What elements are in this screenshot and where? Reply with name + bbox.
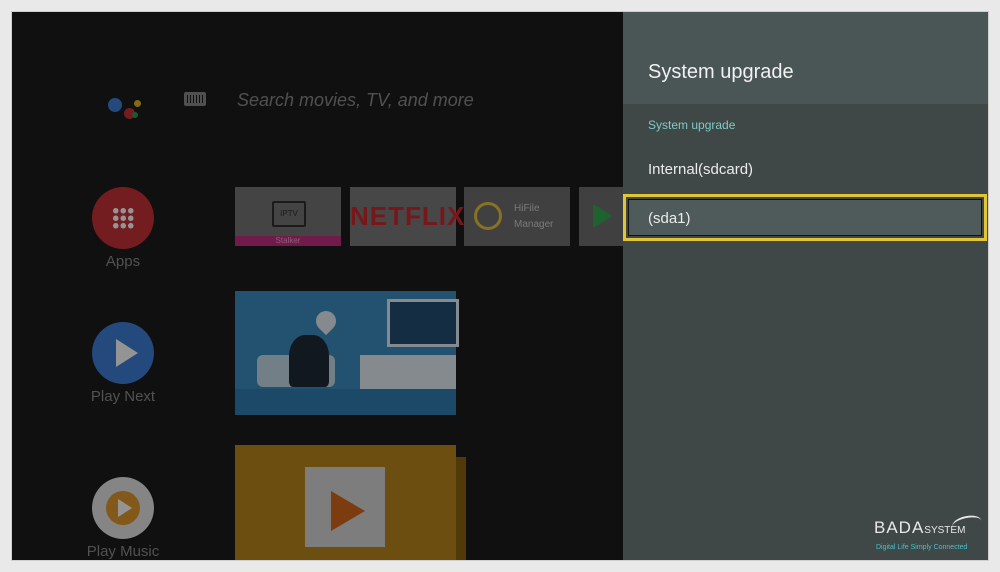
play-store-icon [593, 204, 613, 228]
app-tile-iptv[interactable]: IPTV Stalker [235, 187, 341, 246]
option-sda1[interactable]: (sda1) [623, 194, 987, 241]
panel-title: System upgrade [648, 61, 794, 83]
banner-floor [235, 389, 456, 415]
play-music-card[interactable] [235, 445, 466, 560]
banner-screen [387, 299, 459, 347]
option-sda1-label: (sda1) [648, 210, 691, 227]
tv-screen: Search movies, TV, and more Apps Play Ne… [11, 11, 989, 561]
section-label: System upgrade [648, 118, 736, 132]
banner-dog [289, 335, 329, 387]
brand-tagline: Digital Life Simply Connected [876, 544, 968, 551]
app-tile-hifile[interactable]: HiFile Manager [464, 187, 570, 246]
brand-watermark: BADASYSTEM Digital Life Simply Connected [874, 513, 984, 560]
play-next-label: Play Next [90, 388, 156, 405]
option-internal-sdcard[interactable]: Internal(sdcard) [648, 161, 753, 178]
google-assistant-icon[interactable] [108, 86, 148, 126]
app-tile-hifile-label: HiFile Manager [514, 203, 554, 230]
settings-panel: System upgrade System upgrade Internal(s… [623, 12, 988, 560]
search-bar[interactable]: Search movies, TV, and more [237, 90, 474, 111]
panel-header: System upgrade [623, 12, 988, 104]
play-music-button[interactable] [92, 477, 154, 539]
apps-grid-icon [112, 207, 134, 229]
home-launcher: Search movies, TV, and more Apps Play Ne… [12, 12, 629, 560]
card-edge [456, 457, 466, 560]
hifile-icon [474, 202, 502, 230]
app-tile-netflix[interactable]: NETFLIX [350, 187, 464, 246]
play-music-card-icon [305, 467, 385, 547]
play-icon [116, 339, 138, 367]
app-tile-play-store[interactable] [579, 187, 629, 246]
play-music-label: Play Music [86, 543, 160, 560]
play-next-button[interactable] [92, 322, 154, 384]
tv-icon: IPTV [272, 201, 306, 227]
keyboard-icon[interactable] [184, 92, 206, 106]
play-music-icon [106, 491, 140, 525]
brand-name: BADA [874, 518, 925, 537]
apps-button[interactable] [92, 187, 154, 249]
app-tile-iptv-sub: Stalker [235, 236, 341, 246]
featured-banner[interactable] [235, 291, 459, 415]
apps-label: Apps [105, 253, 141, 270]
heart-icon [311, 306, 341, 336]
